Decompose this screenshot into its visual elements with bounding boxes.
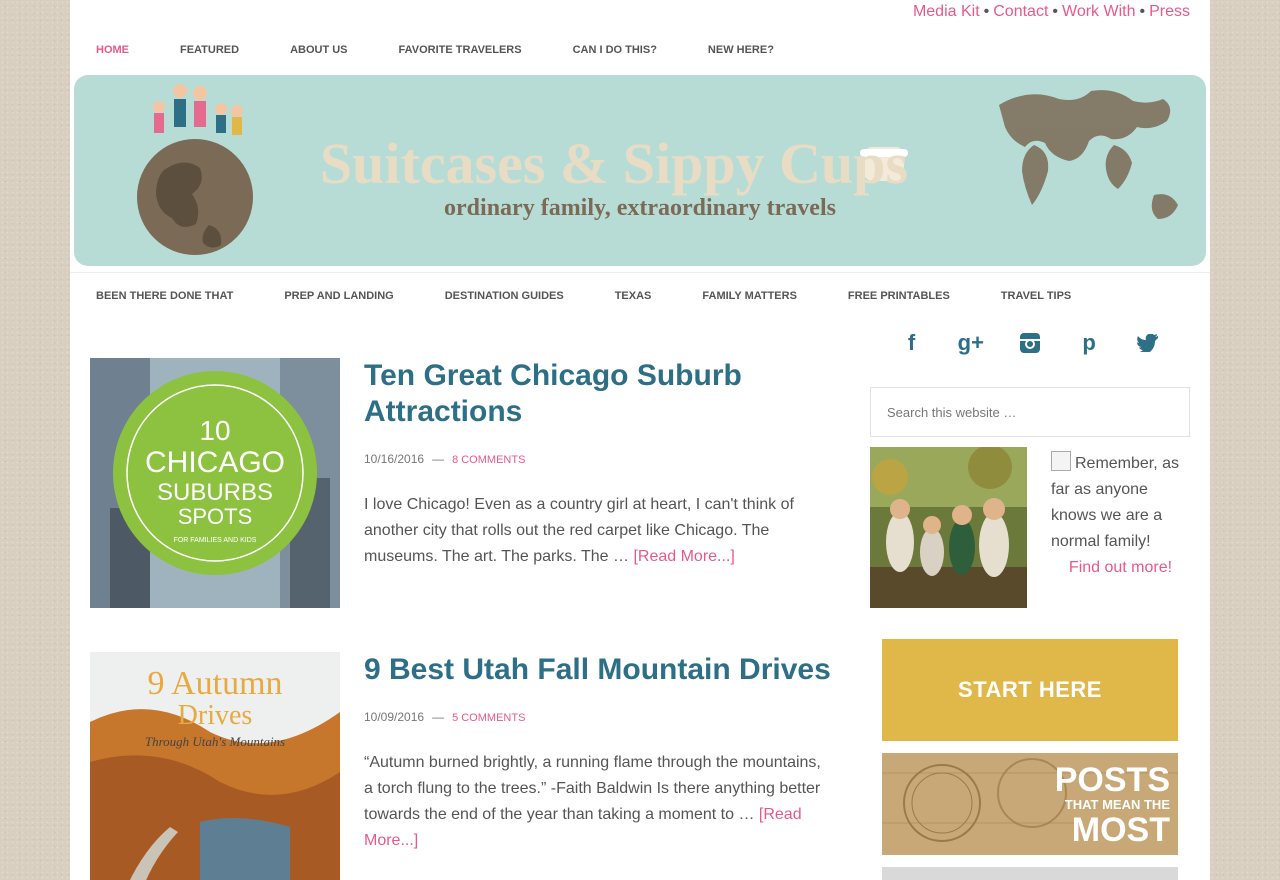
nav-destination-guides[interactable]: DESTINATION GUIDES (445, 290, 564, 302)
find-out-more-link[interactable]: Find out more! (1051, 555, 1190, 581)
post-excerpt: I love Chicago! Even as a country girl a… (364, 492, 834, 570)
family-photo (870, 447, 1027, 608)
broken-image-icon (1051, 451, 1071, 471)
site-container: Media Kit • Contact • Work With • Press HOME F… (70, 0, 1210, 880)
read-more-link[interactable]: [Read More...] (633, 548, 734, 565)
family-figures-icon (153, 84, 243, 135)
nav-family-matters[interactable]: FAMILY MATTERS (702, 290, 797, 302)
comments-link[interactable]: 8 COMMENTS (452, 454, 525, 466)
pinterest-icon[interactable]: p (1069, 323, 1109, 363)
svg-text:Drives: Drives (178, 700, 253, 731)
promo-line-1: POSTS (1054, 761, 1170, 799)
post-title[interactable]: Ten Great Chicago Suburb Attractions (364, 358, 834, 430)
svg-text:10: 10 (199, 415, 230, 446)
about-text-block: Remember, as far as anyone knows we are … (1051, 451, 1190, 581)
facebook-icon[interactable]: f (892, 323, 932, 363)
google-plus-icon[interactable]: g+ (951, 323, 991, 363)
social-icons: f g+ p (870, 318, 1190, 368)
promo-line-2: THAT MEAN THE (1064, 797, 1170, 812)
svg-text:Through Utah's Mountains: Through Utah's Mountains (145, 734, 285, 749)
nav-prep-and-landing[interactable]: PREP AND LANDING (284, 290, 393, 302)
comments-link[interactable]: 5 COMMENTS (452, 712, 525, 724)
nav-texas[interactable]: TEXAS (615, 290, 652, 302)
start-here-button[interactable]: START HERE (882, 639, 1178, 741)
nav-been-there-done-that[interactable]: BEEN THERE DONE THAT (96, 290, 233, 302)
press-link[interactable]: Press (1149, 3, 1190, 20)
search-input[interactable]: Search this website … (870, 387, 1190, 437)
nav-free-printables[interactable]: FREE PRINTABLES (848, 290, 950, 302)
separator: • (1139, 3, 1146, 20)
instagram-icon[interactable] (1010, 323, 1050, 363)
post-title[interactable]: 9 Best Utah Fall Mountain Drives (364, 652, 834, 688)
promo-line-3: MOST (1071, 811, 1170, 849)
post-date: 10/09/2016 (364, 710, 425, 724)
site-banner[interactable]: Suitcases & Sippy Cups ordinary family, … (74, 75, 1206, 266)
post-meta: 10/09/2016—5 COMMENTS (364, 710, 526, 724)
media-kit-link[interactable]: Media Kit (913, 3, 980, 20)
post-body: Ten Great Chicago Suburb Attractions 10/… (364, 358, 834, 570)
nav-favorite-travelers[interactable]: FAVORITE TRAVELERS (399, 44, 522, 56)
post-excerpt: “Autumn burned brightly, a running flame… (364, 750, 834, 854)
posts-that-mean-the-most-banner[interactable]: POSTS THAT MEAN THE MOST (882, 753, 1178, 855)
secondary-nav: BEEN THERE DONE THAT PREP AND LANDING DE… (70, 272, 1210, 318)
world-map-icon (999, 90, 1178, 219)
sidebar-promo-banner[interactable] (882, 867, 1178, 880)
separator: • (983, 3, 990, 20)
primary-nav: HOME FEATURED ABOUT US FAVORITE TRAVELER… (70, 32, 1210, 68)
about-widget: Remember, as far as anyone knows we are … (870, 447, 1190, 609)
sidebar: f g+ p Search this website … Remember, a… (870, 318, 1190, 880)
post-entry: 10 CHICAGO SUBURBS SPOTS FOR FAMILIES AN… (90, 358, 830, 618)
excerpt-text: “Autumn burned brightly, a running flame… (364, 754, 821, 823)
globe-icon (137, 139, 253, 255)
post-thumbnail[interactable]: 10 CHICAGO SUBURBS SPOTS FOR FAMILIES AN… (90, 358, 340, 608)
utility-links: Media Kit • Contact • Work With • Press (913, 3, 1190, 21)
post-date: 10/16/2016 (364, 452, 425, 466)
nav-home[interactable]: HOME (96, 44, 129, 56)
banner-art: Suitcases & Sippy Cups ordinary family, … (137, 84, 1178, 255)
twitter-icon[interactable] (1128, 323, 1168, 363)
start-here-label: START HERE (958, 677, 1102, 702)
svg-text:FOR FAMILIES AND KIDS: FOR FAMILIES AND KIDS (174, 537, 257, 544)
post-body: 9 Best Utah Fall Mountain Drives 10/09/2… (364, 652, 834, 854)
nav-featured[interactable]: FEATURED (180, 44, 239, 56)
post-thumbnail[interactable]: 9 Autumn Drives Through Utah's Mountains (90, 652, 340, 880)
svg-text:SPOTS: SPOTS (178, 504, 253, 529)
work-with-link[interactable]: Work With (1062, 3, 1135, 20)
nav-can-i-do-this[interactable]: CAN I DO THIS? (573, 44, 657, 56)
nav-travel-tips[interactable]: TRAVEL TIPS (1001, 290, 1072, 302)
nav-about-us[interactable]: ABOUT US (290, 44, 347, 56)
banner-tagline: ordinary family, extraordinary travels (444, 195, 836, 221)
svg-text:CHICAGO: CHICAGO (145, 446, 285, 479)
main-content: 10 CHICAGO SUBURBS SPOTS FOR FAMILIES AN… (70, 318, 846, 880)
contact-link[interactable]: Contact (993, 3, 1048, 20)
post-meta: 10/16/2016—8 COMMENTS (364, 452, 526, 466)
nav-new-here[interactable]: NEW HERE? (708, 44, 774, 56)
banner-title: Suitcases & Sippy Cups (320, 131, 908, 196)
svg-text:SUBURBS: SUBURBS (157, 479, 273, 506)
separator: • (1052, 3, 1058, 20)
svg-text:9 Autumn: 9 Autumn (147, 665, 282, 702)
post-entry: 9 Autumn Drives Through Utah's Mountains… (90, 652, 831, 880)
